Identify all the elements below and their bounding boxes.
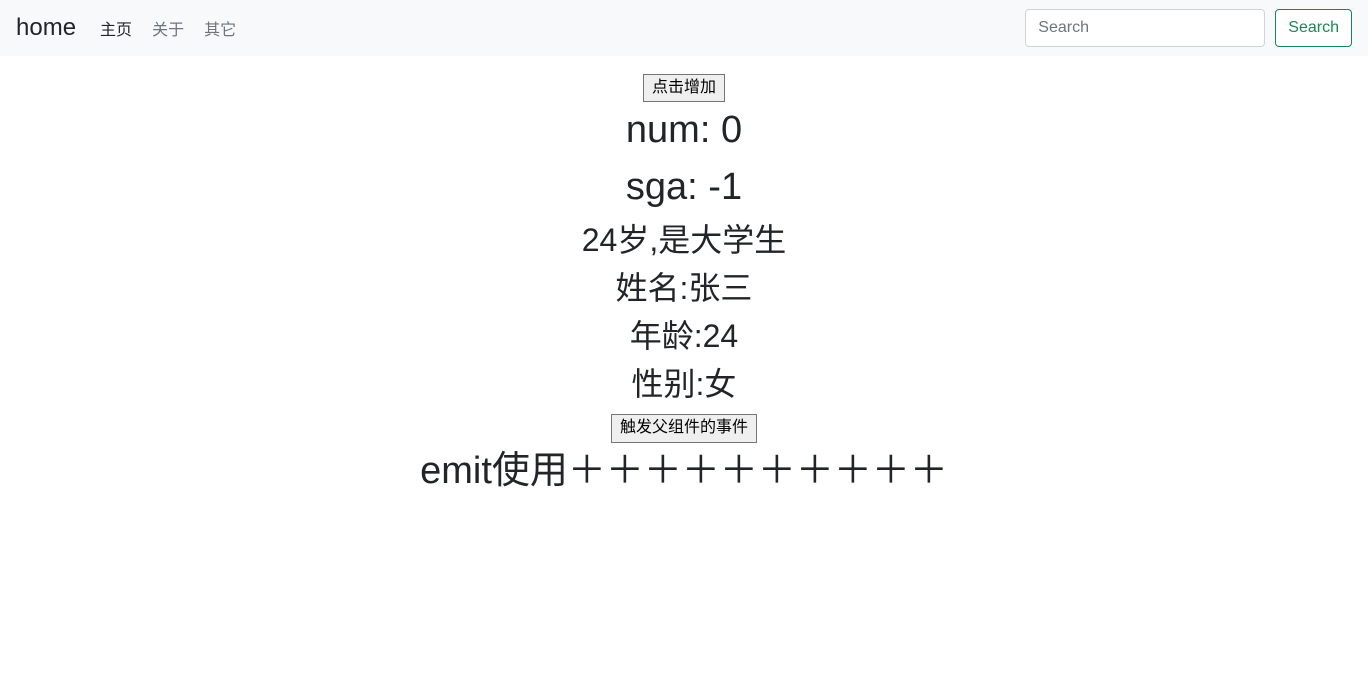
search-input[interactable] bbox=[1025, 9, 1265, 47]
trigger-parent-button[interactable]: 触发父组件的事件 bbox=[611, 414, 757, 442]
increment-button[interactable]: 点击增加 bbox=[643, 74, 725, 102]
nav-link-other[interactable]: 其它 bbox=[204, 16, 236, 40]
navbar: home 主页 关于 其它 Search bbox=[0, 0, 1368, 56]
brand[interactable]: home bbox=[16, 14, 76, 42]
emit-line: emit使用＋＋＋＋＋＋＋＋＋＋ bbox=[420, 443, 948, 500]
num-line: num: 0 bbox=[420, 102, 948, 159]
age-student-line: 24岁,是大学生 bbox=[420, 216, 948, 264]
name-line: 姓名:张三 bbox=[420, 264, 948, 312]
nav-link-home[interactable]: 主页 bbox=[100, 16, 132, 40]
nav-links: 主页 关于 其它 bbox=[100, 16, 236, 40]
gender-line: 性别:女 bbox=[420, 360, 948, 408]
age-line: 年龄:24 bbox=[420, 312, 948, 360]
search-button[interactable]: Search bbox=[1275, 9, 1352, 47]
sga-line: sga: -1 bbox=[420, 159, 948, 216]
content-inner: 点击增加 num: 0 sga: -1 24岁,是大学生 姓名:张三 年龄:24… bbox=[420, 74, 948, 500]
nav-left: home 主页 关于 其它 bbox=[16, 14, 236, 42]
nav-link-about[interactable]: 关于 bbox=[152, 16, 184, 40]
main-content: 点击增加 num: 0 sga: -1 24岁,是大学生 姓名:张三 年龄:24… bbox=[0, 56, 1368, 500]
nav-right: Search bbox=[1025, 9, 1352, 47]
